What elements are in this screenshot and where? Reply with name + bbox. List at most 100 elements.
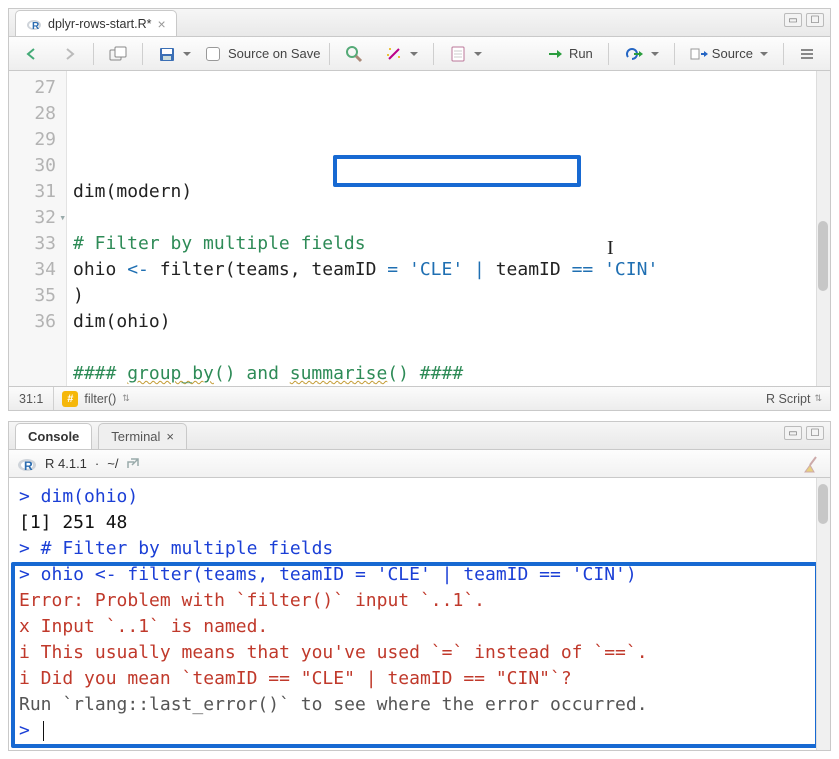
maximize-pane-button[interactable]: ☐ — [806, 426, 824, 440]
updown-icon: ⇅ — [122, 393, 130, 404]
minimize-pane-button[interactable]: ▭ — [784, 13, 802, 27]
code-line[interactable] — [73, 335, 824, 361]
tab-terminal[interactable]: Terminal × — [98, 423, 187, 449]
run-label: Run — [569, 46, 593, 61]
line-number: 34 — [13, 257, 56, 283]
code-line[interactable]: # Filter by multiple fields — [73, 231, 824, 257]
line-number: 28 — [13, 101, 56, 127]
source-on-save-label: Source on Save — [228, 46, 321, 61]
editor-statusbar: 31:1 # filter() ⇅ R Script ⇅ — [9, 386, 830, 410]
source-on-save-checkbox[interactable] — [206, 47, 220, 61]
line-number: 36 — [13, 309, 56, 335]
cursor-position[interactable]: 31:1 — [9, 387, 54, 410]
wand-icon — [385, 45, 403, 63]
run-button[interactable]: Run — [540, 41, 600, 67]
separator — [329, 43, 330, 65]
console-cursor — [43, 721, 44, 741]
console-infobar: R R 4.1.1 · ~/ — [9, 450, 830, 478]
outline-icon — [799, 47, 815, 61]
code-line[interactable]: dim(modern) — [73, 179, 824, 205]
pane-gap — [8, 411, 831, 421]
rerun-icon — [624, 47, 644, 61]
code-line[interactable]: ohio <- filter(teams, teamID = 'CLE' | t… — [73, 257, 824, 283]
separator — [674, 43, 675, 65]
find-replace-button[interactable] — [338, 41, 370, 67]
separator — [608, 43, 609, 65]
line-number: 30 — [13, 153, 56, 179]
tab-console-label: Console — [28, 429, 79, 444]
console-line: > # Filter by multiple fields — [19, 536, 820, 562]
source-icon — [690, 47, 708, 61]
console-line: > — [19, 718, 820, 744]
nav-back-button[interactable] — [17, 41, 47, 67]
editor-tab-title: dplyr-rows-start.R* — [48, 17, 152, 31]
r-version: R 4.1.1 — [45, 456, 87, 471]
line-gutter: 27282930 313233343536 — [9, 71, 67, 386]
arrow-right-icon — [62, 47, 78, 61]
console-line: x Input `..1` is named. — [19, 614, 820, 640]
separator — [783, 43, 784, 65]
code-line[interactable]: dim(ohio) — [73, 309, 824, 335]
line-number: 31 — [13, 179, 56, 205]
console-tabstrip: Console Terminal × ▭ ☐ — [9, 422, 830, 450]
console-line: i Did you mean `teamID == "CLE" | teamID… — [19, 666, 820, 692]
code-line[interactable]: ) — [73, 283, 824, 309]
scope-label: filter() — [84, 392, 116, 406]
separator — [93, 43, 94, 65]
notebook-icon — [449, 45, 467, 63]
minimize-pane-button[interactable]: ▭ — [784, 426, 802, 440]
separator — [433, 43, 434, 65]
clear-console-button[interactable] — [802, 455, 822, 473]
separator — [142, 43, 143, 65]
language-indicator[interactable]: R Script ⇅ — [758, 392, 830, 406]
editor-tabstrip: R dplyr-rows-start.R* × ▭ ☐ — [9, 9, 830, 37]
close-tab-icon[interactable]: × — [158, 17, 166, 31]
dot-sep: · — [95, 456, 99, 471]
source-button[interactable]: Source — [683, 41, 775, 67]
pane-window-buttons: ▭ ☐ — [784, 13, 824, 27]
source-editor-pane: R dplyr-rows-start.R* × ▭ ☐ — [8, 8, 831, 411]
code-line[interactable] — [73, 205, 824, 231]
broom-icon — [802, 455, 822, 473]
tab-terminal-label: Terminal — [111, 429, 160, 444]
editor-tab-active[interactable]: R dplyr-rows-start.R* × — [15, 10, 177, 36]
svg-text:R: R — [32, 21, 40, 32]
search-icon — [345, 45, 363, 63]
save-button[interactable] — [151, 41, 198, 67]
source-label: Source — [712, 46, 753, 61]
console-output[interactable]: > dim(ohio)[1] 251 48> # Filter by multi… — [9, 478, 830, 750]
code-line[interactable]: #### group_by() and summarise() #### — [73, 361, 824, 386]
console-line: [1] 251 48 — [19, 510, 820, 536]
console-scrollbar[interactable] — [816, 478, 830, 750]
show-in-new-window-button[interactable] — [102, 41, 134, 67]
re-run-button[interactable] — [617, 41, 666, 67]
nav-forward-button[interactable] — [55, 41, 85, 67]
scope-breadcrumb[interactable]: # filter() ⇅ — [54, 391, 138, 407]
wd-popout-icon[interactable] — [126, 458, 140, 470]
console-pane: Console Terminal × ▭ ☐ R R 4.1.1 · ~/ — [8, 421, 831, 751]
working-dir[interactable]: ~/ — [107, 456, 118, 471]
run-icon — [547, 47, 565, 61]
console-line: i This usually means that you've used `=… — [19, 640, 820, 666]
outline-button[interactable] — [792, 41, 822, 67]
console-line: Run `rlang::last_error()` to see where t… — [19, 692, 820, 718]
code-tools-button[interactable] — [378, 41, 425, 67]
line-number: 27 — [13, 75, 56, 101]
code-text[interactable]: I dim(modern) # Filter by multiple field… — [67, 71, 830, 386]
maximize-pane-button[interactable]: ☐ — [806, 13, 824, 27]
scroll-thumb[interactable] — [818, 221, 828, 291]
line-number: 35 — [13, 283, 56, 309]
language-label: R Script — [766, 392, 810, 406]
svg-text:R: R — [24, 459, 33, 473]
compile-report-button[interactable] — [442, 41, 489, 67]
line-number: 32 — [13, 205, 56, 231]
editor-scrollbar[interactable] — [816, 71, 830, 386]
scroll-thumb[interactable] — [818, 484, 828, 524]
code-area[interactable]: 27282930 313233343536 I dim(modern) # Fi… — [9, 71, 830, 386]
tab-console[interactable]: Console — [15, 423, 92, 449]
close-tab-icon[interactable]: × — [166, 429, 174, 444]
line-number: 33 — [13, 231, 56, 257]
console-line: > dim(ohio) — [19, 484, 820, 510]
app-root: R dplyr-rows-start.R* × ▭ ☐ — [0, 0, 839, 759]
editor-toolbar: Source on Save Run — [9, 37, 830, 71]
